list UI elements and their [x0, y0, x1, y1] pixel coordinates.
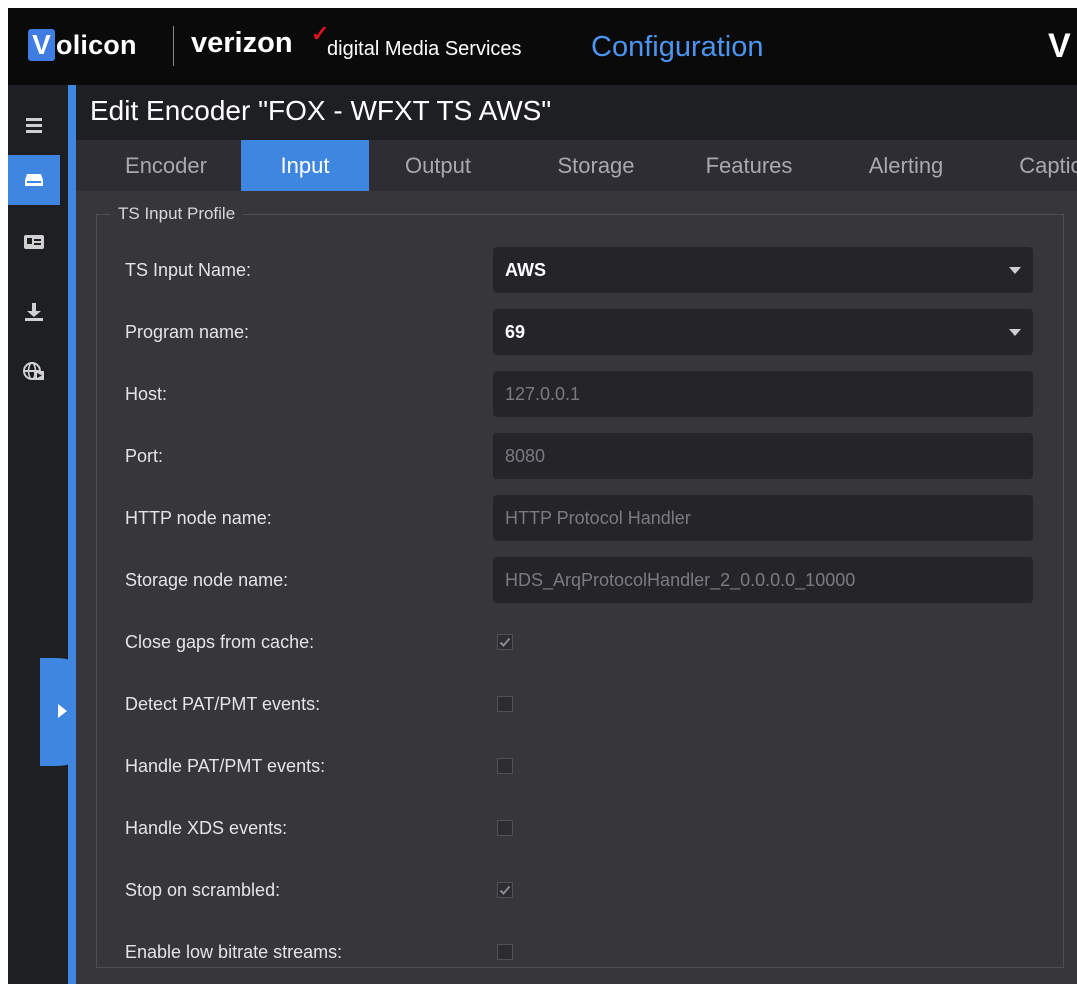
check-icon — [499, 637, 511, 647]
chevron-down-icon — [1009, 329, 1021, 336]
field-label: Storage node name: — [125, 570, 289, 590]
tab-bar: Encoder Input Output Storage Features Al… — [76, 140, 1077, 191]
checkbox-label: Stop on scrambled: — [125, 880, 281, 900]
page-title: Edit Encoder "FOX - WFXT TS AWS" — [90, 95, 552, 126]
tab-output[interactable]: Output — [388, 140, 488, 191]
input-panel: TS Input Profile TS Input Name: AWS Prog… — [76, 191, 1077, 984]
tab-storage[interactable]: Storage — [536, 140, 656, 191]
header-subtitle: digital Media Services — [327, 38, 522, 60]
check-icon — [499, 885, 511, 895]
chevron-right-icon — [58, 704, 67, 718]
encoder-icon[interactable] — [8, 155, 60, 205]
section-name: Configuration — [591, 31, 764, 63]
field-label: TS Input Name: — [125, 260, 252, 280]
field-value: 8080 — [505, 446, 546, 466]
group-legend: TS Input Profile — [110, 203, 244, 225]
close-gaps-checkbox[interactable] — [497, 634, 513, 650]
field-value: 127.0.0.1 — [505, 384, 581, 404]
field-label: Host: — [125, 384, 168, 404]
select-value: AWS — [505, 260, 547, 280]
id-card-icon[interactable] — [8, 217, 60, 267]
download-icon[interactable] — [8, 287, 60, 337]
brand-name: olicon — [56, 30, 137, 60]
sidebar-accent-bar — [68, 85, 76, 984]
title-bar: Edit Encoder "FOX - WFXT TS AWS" — [76, 85, 1077, 140]
ts-input-name-select[interactable]: AWS — [493, 247, 1033, 293]
program-name-select[interactable]: 69 — [493, 309, 1033, 355]
chevron-down-icon — [1009, 267, 1021, 274]
tab-captions[interactable]: Captio — [1006, 140, 1077, 191]
host-field[interactable]: 127.0.0.1 — [493, 371, 1033, 417]
storage-node-name-field[interactable]: HDS_ArqProtocolHandler_2_0.0.0.0_10000 — [493, 557, 1033, 603]
globe-video-icon[interactable] — [8, 347, 60, 397]
app-window: V olicon verizon ✓ digital Media Service… — [8, 8, 1077, 984]
field-label: Port: — [125, 446, 164, 466]
checkbox-label: Close gaps from cache: — [125, 632, 315, 652]
field-label: Program name: — [125, 322, 250, 342]
http-node-name-field[interactable]: HTTP Protocol Handler — [493, 495, 1033, 541]
partner-name: verizon — [191, 27, 293, 59]
field-value: HTTP Protocol Handler — [505, 508, 691, 528]
field-label: HTTP node name: — [125, 508, 272, 528]
handle-pat-pmt-checkbox[interactable] — [497, 758, 513, 774]
select-value: 69 — [505, 322, 526, 342]
top-header: V olicon verizon ✓ digital Media Service… — [8, 8, 1077, 85]
detect-pat-pmt-checkbox[interactable] — [497, 696, 513, 712]
left-sidebar — [8, 85, 68, 984]
menu-icon[interactable] — [8, 100, 60, 150]
volicon-logo-icon: V — [28, 29, 55, 61]
right-logo: V — [1048, 27, 1071, 65]
enable-low-bitrate-checkbox[interactable] — [497, 944, 513, 960]
checkbox-label: Enable low bitrate streams: — [125, 942, 343, 962]
tab-alerting[interactable]: Alerting — [846, 140, 966, 191]
stop-on-scrambled-checkbox[interactable] — [497, 882, 513, 898]
tab-features[interactable]: Features — [684, 140, 814, 191]
header-divider — [173, 26, 174, 66]
port-field[interactable]: 8080 — [493, 433, 1033, 479]
tab-encoder[interactable]: Encoder — [116, 140, 216, 191]
checkbox-label: Handle XDS events: — [125, 818, 288, 838]
field-value: HDS_ArqProtocolHandler_2_0.0.0.0_10000 — [505, 570, 856, 590]
checkbox-label: Handle PAT/PMT events: — [125, 756, 326, 776]
handle-xds-checkbox[interactable] — [497, 820, 513, 836]
checkbox-label: Detect PAT/PMT events: — [125, 694, 321, 714]
tab-input[interactable]: Input — [241, 140, 369, 191]
